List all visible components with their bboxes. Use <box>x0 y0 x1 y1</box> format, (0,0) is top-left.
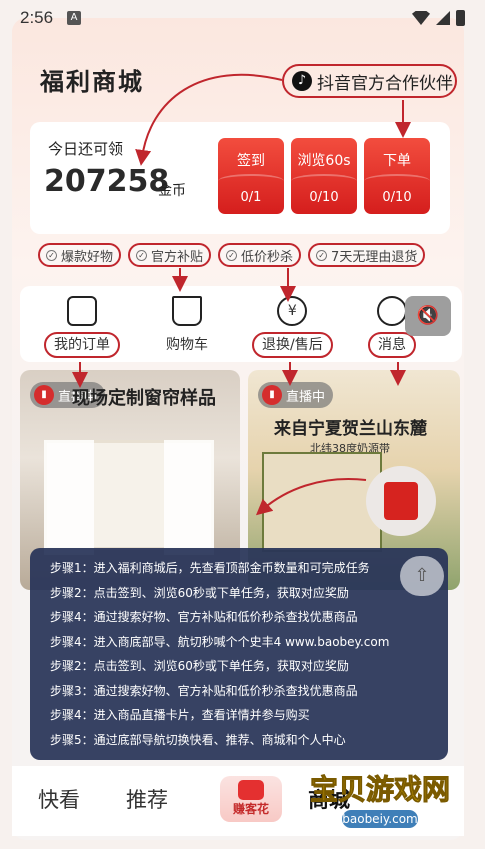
step-line: 步骤4：通过搜索好物、官方补贴和低价秒杀查找优惠商品 <box>50 610 358 624</box>
nav-label: 退换/售后 <box>252 332 333 358</box>
yen-icon: ¥ <box>277 296 308 326</box>
envelope-flap <box>364 174 430 188</box>
coin-value: 207258 <box>44 164 170 199</box>
task-name: 下单 <box>383 153 411 169</box>
watermark-url: baobeiy.com <box>342 810 418 828</box>
nav-orders[interactable]: 我的订单 <box>44 296 120 358</box>
center-label: 赚客花 <box>232 802 269 816</box>
check-icon: ✓ <box>136 249 148 261</box>
envelope-flap <box>291 174 357 188</box>
status-bar: 2:56 A <box>0 0 485 36</box>
page-title: 福利商城 <box>40 68 144 96</box>
feature-tags: ✓ 爆款好物 ✓ 官方补贴 ✓ 低价秒杀 ✓ 7天无理由退货 <box>38 243 426 267</box>
live-badge: ▮ 直播中 <box>258 382 334 408</box>
red-packet-button[interactable] <box>366 466 436 536</box>
nav-label: 我的订单 <box>44 332 120 358</box>
step-line: 步骤2：点击签到、浏览60秒或下单任务，获取对应奖励 <box>50 659 349 673</box>
mute-button[interactable]: 🔇 <box>405 296 451 336</box>
task-browse-button[interactable]: 浏览60s 0/10 <box>291 138 357 214</box>
task-count: 0/1 <box>240 190 262 205</box>
check-icon: ✓ <box>46 249 57 261</box>
nav-label: 消息 <box>368 332 416 358</box>
task-name: 签到 <box>237 153 265 169</box>
nav-cart[interactable]: 购物车 <box>166 296 208 354</box>
step-line: 步骤1：进入福利商城后，先查看顶部金币数量和可完成任务 <box>50 561 370 575</box>
step-line: 步骤2：点击签到、浏览60秒或下单任务，获取对应奖励 <box>50 585 349 600</box>
tag-flash-sale[interactable]: ✓ 低价秒杀 <box>218 243 302 267</box>
watermark-logo: 宝贝游戏网 baobeiy.com <box>296 758 464 838</box>
wifi-icon <box>412 11 430 25</box>
live-title: 来自宁夏贺兰山东麓 <box>274 419 427 439</box>
tag-subsidy[interactable]: ✓ 官方补贴 <box>128 243 212 267</box>
tab-kuaikan[interactable]: 快看 <box>38 784 80 814</box>
status-icons <box>412 10 465 26</box>
clipboard-icon <box>67 296 97 326</box>
watermark-text: 宝贝游戏网 <box>309 773 451 807</box>
battery-icon <box>456 10 465 26</box>
live-bars-icon: ▮ <box>34 385 54 405</box>
live-title: 现场定制窗帘样品 <box>72 388 216 409</box>
red-envelope-icon <box>384 482 418 520</box>
step-line: 步骤4：进入商底部导、航切秒喊个个史丰4 www.baobey.com <box>50 634 390 649</box>
task-order-button[interactable]: 下单 0/10 <box>364 138 430 214</box>
tiktok-logo-icon: ♪ <box>292 71 312 91</box>
task-signin-button[interactable]: 签到 0/1 <box>218 138 284 214</box>
envelope-flap <box>218 174 284 188</box>
steps-overlay: 步骤1：进入福利商城后，先查看顶部金币数量和可完成任务 步骤2：点击签到、浏览6… <box>30 548 448 760</box>
partner-badge[interactable]: ♪ 抖音官方合作伙伴 <box>282 64 457 98</box>
cart-icon <box>172 296 202 326</box>
step-line: 步骤3：通过搜索好物、官方补贴和低价秒杀查找优惠商品 <box>50 683 358 698</box>
status-time: 2:56 <box>20 8 54 27</box>
step-line: 步骤5：通过底部导航切换快看、推荐、商城和个人中心 <box>50 732 346 747</box>
check-icon: ✓ <box>316 249 328 261</box>
tag-hot[interactable]: ✓ 爆款好物 <box>38 243 122 267</box>
nav-returns[interactable]: ¥ 退换/售后 <box>252 296 333 358</box>
gift-icon <box>238 780 264 800</box>
curtain-image <box>44 440 94 555</box>
partner-label: 抖音官方合作伙伴 <box>317 73 453 94</box>
coin-label: 今日还可领 <box>48 140 124 158</box>
curtain-image <box>164 440 214 555</box>
signal-icon <box>436 11 450 25</box>
task-name: 浏览60s <box>297 153 351 169</box>
scroll-top-button[interactable]: ⇧ <box>400 556 444 596</box>
tab-center-button[interactable]: 赚客花 <box>220 776 282 822</box>
coin-unit: 金币 <box>158 183 186 199</box>
check-icon: ✓ <box>226 249 238 261</box>
live-bars-icon: ▮ <box>262 385 282 405</box>
milk-box-image <box>262 452 382 552</box>
task-count: 0/10 <box>382 190 412 205</box>
nav-label: 购物车 <box>166 337 208 353</box>
step-line: 步骤4：进入商品直播卡片，查看详情并参与购买 <box>50 708 310 722</box>
task-count: 0/10 <box>309 190 339 205</box>
chat-icon <box>377 296 407 326</box>
tag-return[interactable]: ✓ 7天无理由退货 <box>308 243 426 267</box>
notification-a-icon: A <box>67 11 82 25</box>
tab-recommend[interactable]: 推荐 <box>126 784 168 814</box>
